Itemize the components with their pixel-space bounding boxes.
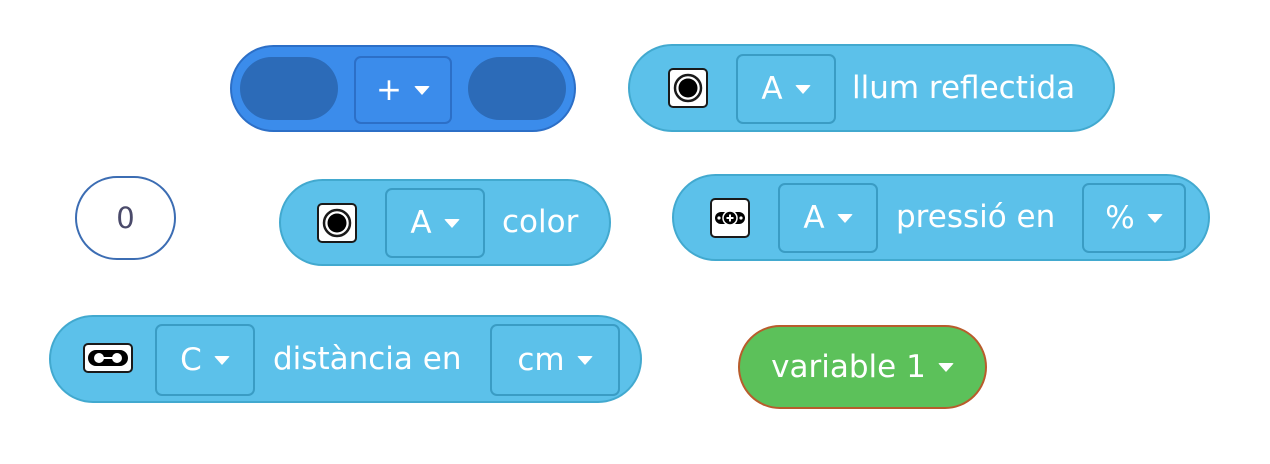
distance-sensor-icon xyxy=(83,343,133,373)
number-value[interactable]: 0 xyxy=(116,201,134,235)
right-operand-slot[interactable] xyxy=(468,57,566,120)
chevron-down-icon xyxy=(213,355,230,365)
port-dropdown[interactable]: C xyxy=(155,324,255,396)
distance-block[interactable]: C distància en cm xyxy=(49,315,642,403)
chevron-down-icon xyxy=(1146,213,1163,223)
operator-block[interactable]: + xyxy=(230,45,576,132)
unit-dropdown[interactable]: % xyxy=(1082,183,1186,253)
chevron-down-icon xyxy=(443,218,460,228)
variable-block[interactable]: variable 1 xyxy=(738,325,987,409)
port-dropdown[interactable]: A xyxy=(736,54,836,124)
port-value: A xyxy=(761,71,783,107)
reflected-light-block[interactable]: A llum reflectida xyxy=(628,44,1115,132)
number-block[interactable]: 0 xyxy=(75,176,176,260)
color-sensor-icon xyxy=(668,68,708,108)
port-dropdown[interactable]: A xyxy=(778,183,878,253)
chevron-down-icon xyxy=(836,213,853,223)
port-dropdown[interactable]: A xyxy=(385,188,485,258)
port-value: A xyxy=(410,205,432,241)
chevron-down-icon xyxy=(794,84,811,94)
color-block[interactable]: A color xyxy=(279,179,611,266)
port-value: C xyxy=(180,342,202,378)
chevron-down-icon[interactable] xyxy=(937,362,954,372)
block-label: distància en xyxy=(273,341,462,377)
operator-dropdown[interactable]: + xyxy=(354,56,452,124)
variable-name: variable 1 xyxy=(771,349,926,385)
operator-value: + xyxy=(376,72,402,108)
pressure-block[interactable]: A pressió en % xyxy=(672,174,1210,261)
chevron-down-icon xyxy=(413,85,430,95)
block-label: color xyxy=(502,204,579,240)
block-label: llum reflectida xyxy=(852,70,1076,106)
force-sensor-icon xyxy=(710,198,750,238)
unit-dropdown[interactable]: cm xyxy=(490,324,620,396)
unit-value: % xyxy=(1105,200,1135,236)
unit-value: cm xyxy=(517,342,565,378)
port-value: A xyxy=(803,200,825,236)
chevron-down-icon xyxy=(576,355,593,365)
color-sensor-icon xyxy=(317,203,357,243)
left-operand-slot[interactable] xyxy=(240,57,338,120)
block-label: pressió en xyxy=(896,199,1056,235)
